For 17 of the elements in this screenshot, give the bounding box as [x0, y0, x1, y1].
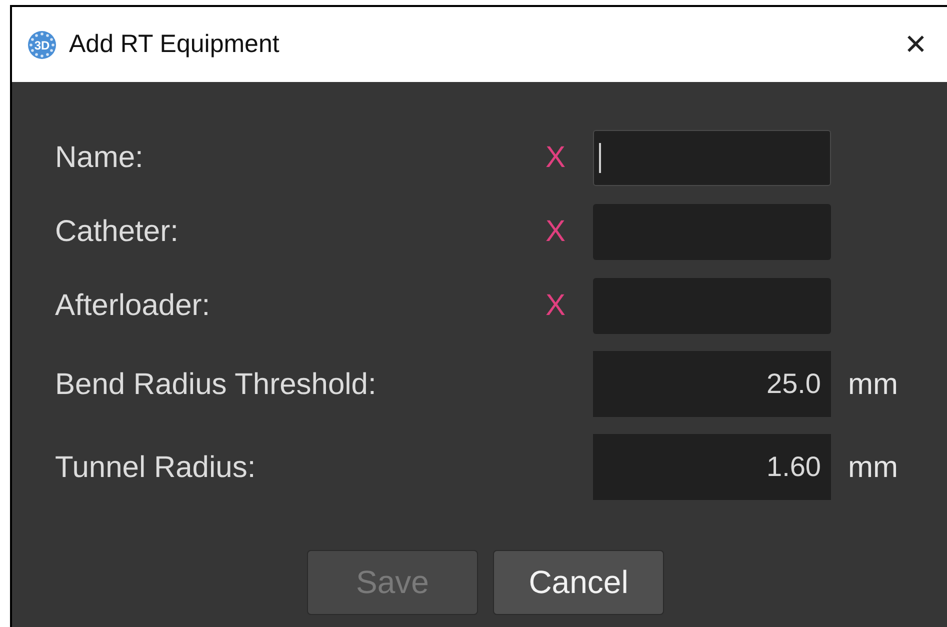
field-label: Name: — [55, 141, 144, 175]
unit-label: mm — [847, 450, 899, 484]
field-label: Bend Radius Threshold: — [55, 368, 378, 402]
field-label: Afterloader: — [55, 289, 212, 323]
input-field[interactable] — [593, 130, 831, 186]
input-field[interactable]: 1.60 — [593, 434, 831, 500]
unit-label: mm — [847, 368, 899, 402]
cancel-button[interactable]: Cancel — [493, 550, 664, 615]
window-title: Add RT Equipment — [69, 30, 280, 59]
input-field[interactable]: 25.0 — [593, 351, 831, 417]
required-mark: X — [545, 141, 566, 175]
app-icon: 3D — [27, 30, 57, 60]
required-mark: X — [545, 289, 566, 323]
field-label: Tunnel Radius: — [55, 450, 257, 484]
required-mark: X — [545, 215, 566, 249]
close-button[interactable]: ✕ — [904, 30, 927, 58]
field-label: Catheter: — [55, 215, 180, 249]
